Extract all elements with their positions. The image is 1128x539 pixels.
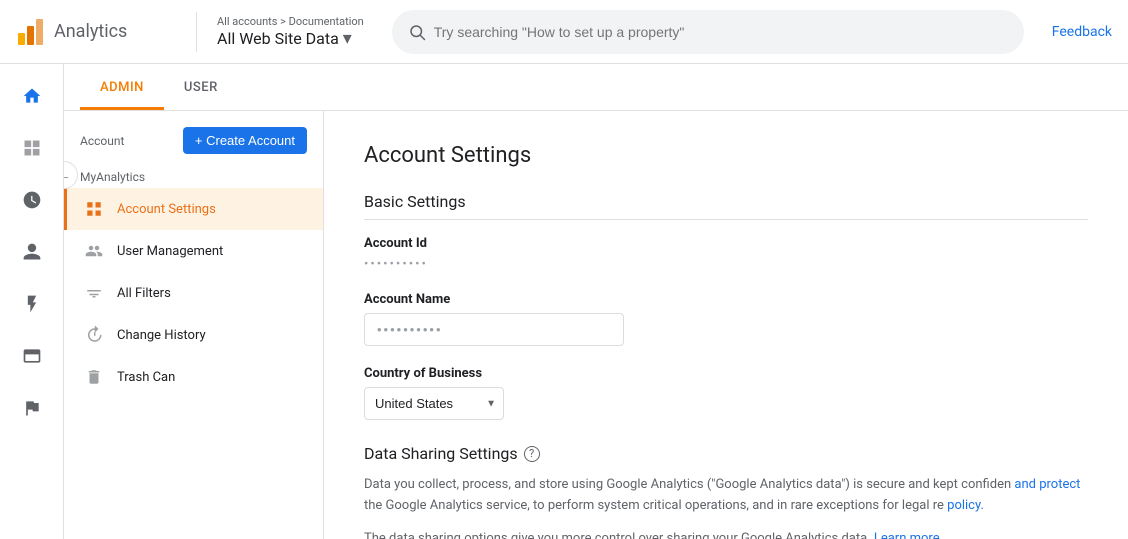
clock-nav-icon[interactable] xyxy=(8,176,56,224)
topbar-divider xyxy=(196,12,197,52)
account-settings-icon xyxy=(83,198,105,220)
tabs-bar: ADMIN USER xyxy=(64,64,1128,111)
sidebar: ← Account + Create Account MyAnalytics A… xyxy=(64,111,324,539)
tab-user[interactable]: USER xyxy=(164,64,238,110)
sidebar-all-filters-label: All Filters xyxy=(117,286,171,301)
account-name-input[interactable] xyxy=(364,313,624,346)
data-sharing-title-text: Data Sharing Settings xyxy=(364,444,518,463)
layout: ADMIN USER ← Account + Create Account My… xyxy=(0,64,1128,539)
chevron-down-icon: ▾ xyxy=(343,28,352,49)
learn-more-link[interactable]: Learn more xyxy=(874,531,940,539)
sidebar-item-trash-can[interactable]: Trash Can xyxy=(64,356,323,398)
main-content: Account Settings Basic Settings Account … xyxy=(324,111,1128,539)
user-management-icon xyxy=(83,240,105,262)
lightning-nav-icon[interactable] xyxy=(8,280,56,328)
account-label: Account xyxy=(80,134,124,148)
account-name-field: Account Name xyxy=(364,292,1088,346)
all-filters-icon xyxy=(83,282,105,304)
flag-nav-icon[interactable] xyxy=(8,384,56,432)
account-id-field: Account Id •••••••••• xyxy=(364,236,1088,272)
left-nav xyxy=(0,64,64,539)
sidebar-user-management-label: User Management xyxy=(117,244,223,259)
card-nav-icon[interactable] xyxy=(8,332,56,380)
sidebar-trash-can-label: Trash Can xyxy=(117,370,175,385)
account-name-label: Account Name xyxy=(364,292,1088,307)
logo-text: Analytics xyxy=(54,21,127,42)
account-selector[interactable]: All accounts > Documentation All Web Sit… xyxy=(217,15,364,49)
country-select-wrapper[interactable]: United States United Kingdom Canada Aust… xyxy=(364,387,504,420)
basic-settings-title: Basic Settings xyxy=(364,192,1088,220)
sidebar-item-all-filters[interactable]: All Filters xyxy=(64,272,323,314)
tab-admin[interactable]: ADMIN xyxy=(80,64,164,110)
person-nav-icon[interactable] xyxy=(8,228,56,276)
sidebar-item-user-management[interactable]: User Management xyxy=(64,230,323,272)
account-id-label: Account Id xyxy=(364,236,1088,251)
page-title: Account Settings xyxy=(364,143,1088,168)
sidebar-item-account-settings[interactable]: Account Settings xyxy=(64,188,323,230)
account-path: All accounts > Documentation xyxy=(217,15,364,28)
country-label: Country of Business xyxy=(364,366,1088,381)
create-account-button[interactable]: + Create Account xyxy=(183,127,307,154)
logo-area: Analytics xyxy=(16,17,176,47)
search-input[interactable] xyxy=(434,24,1008,40)
data-sharing-text-1: Data you collect, process, and store usi… xyxy=(364,475,1084,517)
change-history-icon xyxy=(83,324,105,346)
dashboard-nav-icon[interactable] xyxy=(8,124,56,172)
account-name[interactable]: All Web Site Data ▾ xyxy=(217,28,364,49)
home-nav-icon[interactable] xyxy=(8,72,56,120)
data-sharing-text-2: The data sharing options give you more c… xyxy=(364,529,1084,539)
help-icon[interactable]: ? xyxy=(524,446,540,462)
country-select[interactable]: United States United Kingdom Canada Aust… xyxy=(364,387,504,420)
sidebar-item-change-history[interactable]: Change History xyxy=(64,314,323,356)
analytics-logo-icon xyxy=(16,17,46,47)
sidebar-section-label: MyAnalytics xyxy=(64,162,323,188)
trash-can-icon xyxy=(83,366,105,388)
search-bar[interactable] xyxy=(392,10,1024,54)
data-sharing-title-area: Data Sharing Settings ? xyxy=(364,444,1088,463)
sidebar-header: Account + Create Account xyxy=(64,123,323,162)
feedback-link[interactable]: Feedback xyxy=(1052,24,1112,40)
data-sharing-link[interactable]: and protect xyxy=(1014,477,1080,492)
topbar: Analytics All accounts > Documentation A… xyxy=(0,0,1128,64)
content-area: ← Account + Create Account MyAnalytics A… xyxy=(64,111,1128,539)
main-area: ADMIN USER ← Account + Create Account My… xyxy=(64,64,1128,539)
sidebar-account-settings-label: Account Settings xyxy=(117,202,216,217)
policy-link[interactable]: policy. xyxy=(947,498,984,513)
sidebar-change-history-label: Change History xyxy=(117,328,206,343)
country-field: Country of Business United States United… xyxy=(364,366,1088,420)
account-id-value: •••••••••• xyxy=(364,257,1088,272)
search-icon xyxy=(408,23,426,41)
